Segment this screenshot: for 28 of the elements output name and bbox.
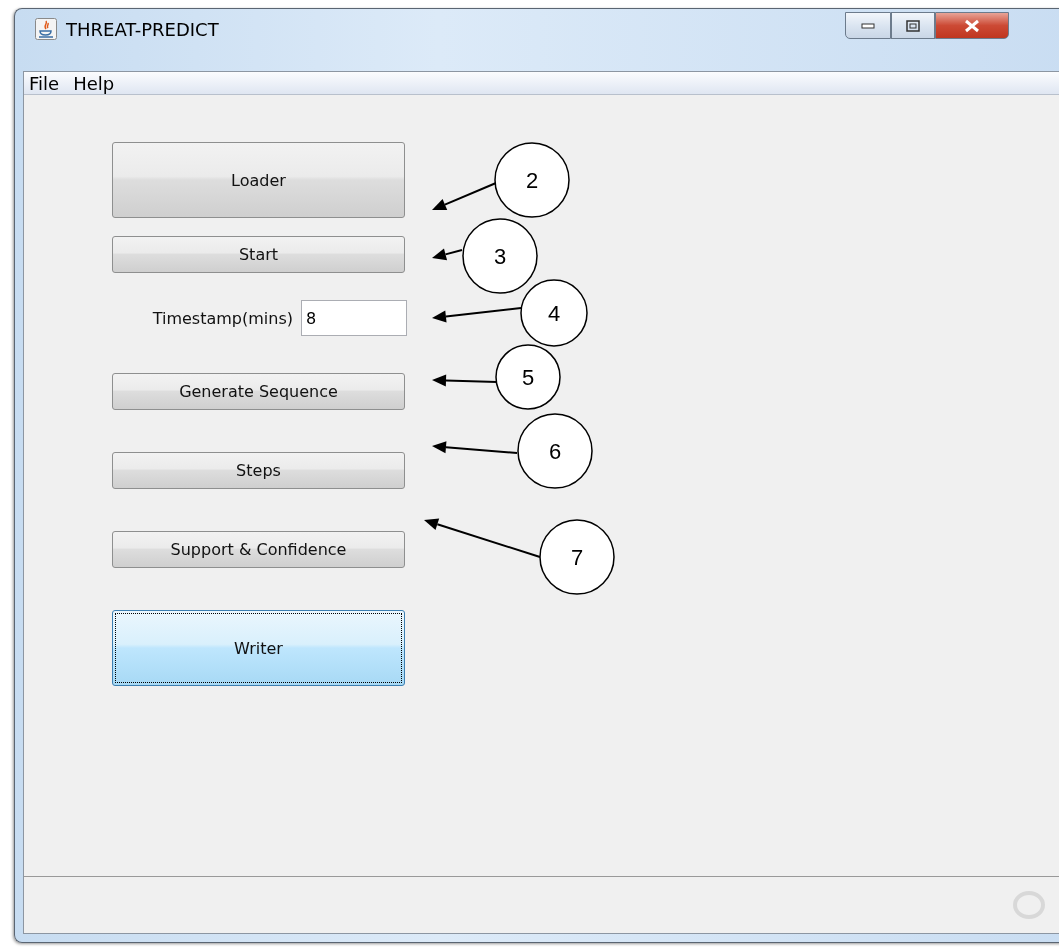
close-button[interactable] <box>935 12 1009 39</box>
action-button[interactable]: Support & Confidence <box>112 531 405 568</box>
callout-circle: 6 <box>517 413 593 489</box>
arrow <box>432 182 497 211</box>
arrow <box>432 374 498 387</box>
maximize-button[interactable] <box>891 12 935 39</box>
action-button[interactable]: Start <box>112 236 405 273</box>
app-icon <box>35 18 57 40</box>
callout-circle: 7 <box>539 519 615 595</box>
window-title: THREAT-PREDICT <box>66 19 219 40</box>
callout-circle: 4 <box>520 279 588 347</box>
field-label: Timestamp(mins) <box>152 308 293 328</box>
minimize-button[interactable] <box>845 12 891 39</box>
action-button[interactable]: Writer <box>112 610 405 686</box>
callout-circle: 2 <box>494 142 570 218</box>
arrow <box>432 248 463 261</box>
action-button[interactable]: Steps <box>112 452 405 489</box>
menu-item[interactable]: File <box>27 72 62 94</box>
callout-circle: 3 <box>462 218 538 294</box>
callout-circle: 5 <box>495 344 561 410</box>
action-button[interactable]: Loader <box>112 142 405 218</box>
input-field[interactable]: 8 <box>301 300 407 336</box>
maximize-icon <box>906 19 920 32</box>
menu-item[interactable]: Help <box>71 72 117 94</box>
action-button[interactable]: Generate Sequence <box>112 373 405 410</box>
busy-indicator-icon <box>1012 890 1046 920</box>
minimize-icon <box>861 22 875 29</box>
close-icon <box>964 18 980 33</box>
